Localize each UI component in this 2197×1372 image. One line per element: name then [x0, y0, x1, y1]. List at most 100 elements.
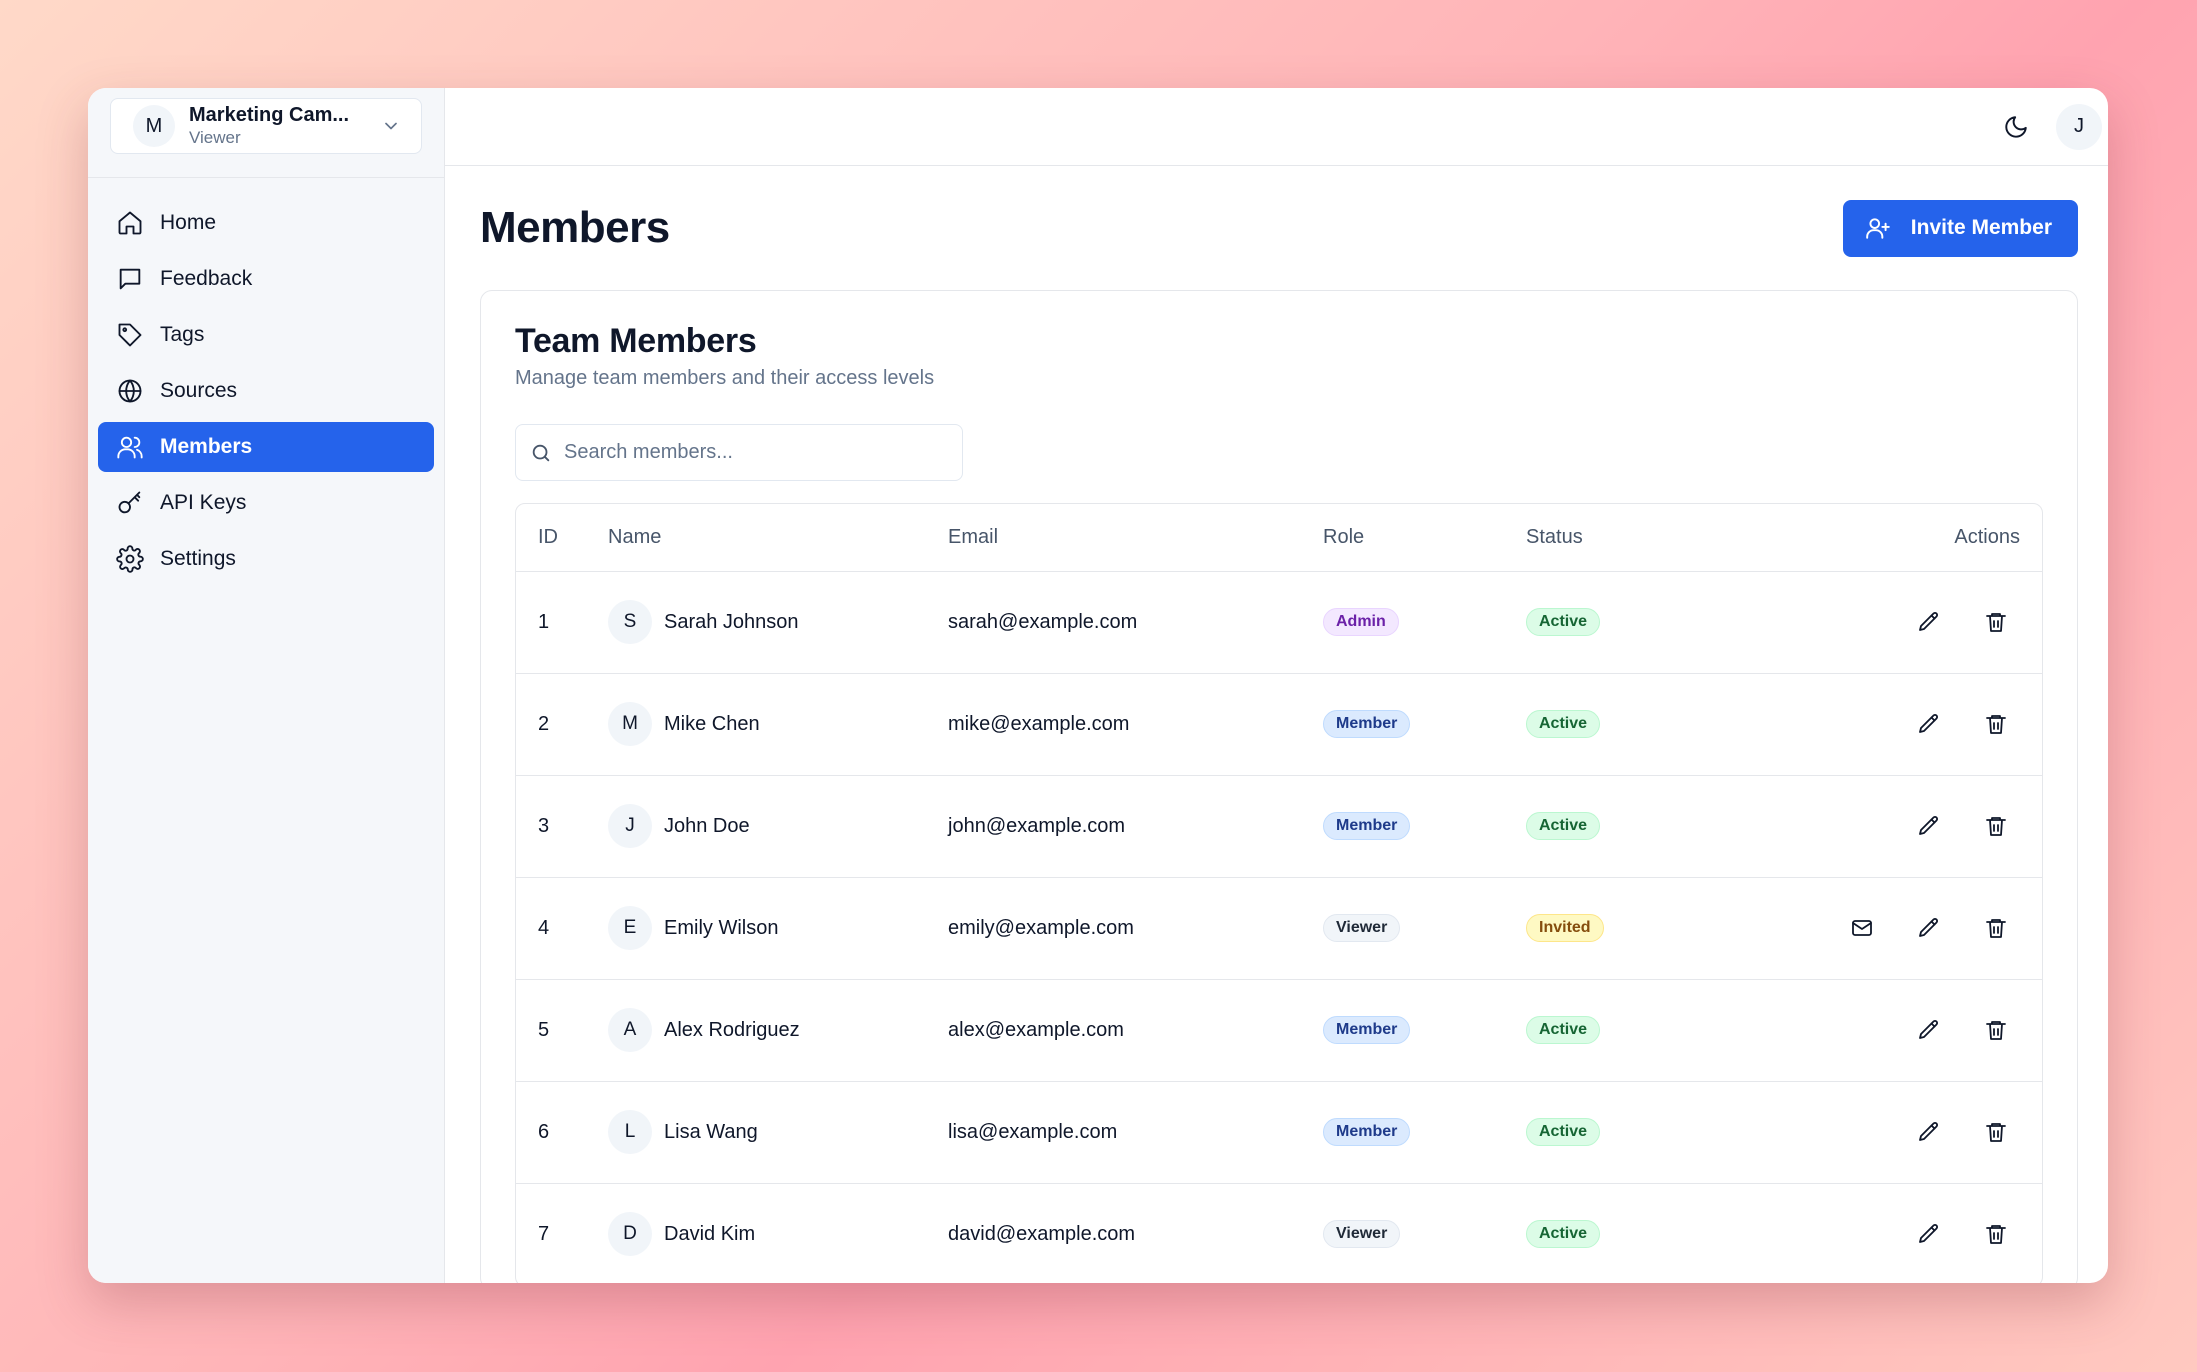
- row-actions: [1886, 598, 2020, 646]
- cell-actions: [1776, 1183, 2042, 1283]
- edit-member-button[interactable]: [1905, 1108, 1953, 1156]
- member-name: Alex Rodriguez: [664, 1018, 800, 1041]
- cell-status: Active: [1526, 775, 1776, 878]
- col-header-id: ID: [516, 504, 608, 572]
- cell-role: Viewer: [1323, 1183, 1526, 1283]
- sidebar-item-label: Feedback: [160, 267, 253, 290]
- sidebar-nav: Home Feedback Tags Sources Members API Keys Se…: [88, 178, 444, 610]
- avatar: E: [608, 906, 652, 950]
- avatar: M: [608, 702, 652, 746]
- app-window: M Marketing Cam... Viewer Home Feedback Ta…: [88, 88, 2108, 1283]
- sidebar-item-tags[interactable]: Tags: [98, 310, 434, 360]
- sidebar-item-members[interactable]: Members: [98, 422, 434, 472]
- card-title: Team Members: [515, 322, 757, 360]
- delete-member-button[interactable]: [1972, 598, 2020, 646]
- cell-email: lisa@example.com: [948, 1081, 1323, 1184]
- member-name: Mike Chen: [664, 712, 760, 735]
- cell-name: L Lisa Wang: [608, 1081, 948, 1184]
- col-header-role: Role: [1323, 504, 1526, 572]
- trash-icon: [1986, 919, 2006, 938]
- avatar: L: [608, 1110, 652, 1154]
- users-icon: [117, 436, 143, 459]
- edit-member-button[interactable]: [1905, 904, 1953, 952]
- edit-member-button[interactable]: [1905, 700, 1953, 748]
- role-badge: Viewer: [1323, 914, 1401, 942]
- cell-email: sarah@example.com: [948, 571, 1323, 674]
- search-input[interactable]: [564, 441, 948, 464]
- message-icon: [119, 268, 141, 290]
- col-header-actions: Actions: [1776, 504, 2042, 572]
- members-table: ID Name Email Role Status Actions 1 S Sara…: [516, 504, 2042, 1283]
- col-header-email: Email: [948, 504, 1323, 572]
- delete-member-button[interactable]: [1972, 1108, 2020, 1156]
- workspace-switcher[interactable]: M Marketing Cam... Viewer: [110, 98, 422, 154]
- row-actions: [1886, 1108, 2020, 1156]
- table-row: 3 J John Doe john@example.com Member Active: [516, 775, 2042, 878]
- moon-icon: [2005, 115, 2027, 138]
- topbar: J: [445, 88, 2108, 166]
- edit-member-button[interactable]: [1905, 1210, 1953, 1258]
- name-cell: J John Doe: [608, 804, 948, 848]
- cell-actions: [1776, 673, 2042, 776]
- sidebar-item-label: Sources: [160, 379, 238, 402]
- sidebar-item-label: Settings: [160, 547, 236, 570]
- table-row: 1 S Sarah Johnson sarah@example.com Admin Act…: [516, 571, 2042, 674]
- sidebar-item-api-keys[interactable]: API Keys: [98, 478, 434, 528]
- cell-id: 6: [516, 1081, 608, 1184]
- edit-member-button[interactable]: [1905, 598, 1953, 646]
- edit-member-button[interactable]: [1905, 802, 1953, 850]
- cell-role: Member: [1323, 673, 1526, 776]
- cell-role: Viewer: [1323, 877, 1526, 980]
- pencil-icon: [1919, 714, 1938, 733]
- cell-email: emily@example.com: [948, 877, 1323, 980]
- member-name: Lisa Wang: [664, 1120, 758, 1143]
- user-plus-icon: [1865, 218, 1890, 239]
- workspace-switcher-wrap: M Marketing Cam... Viewer: [88, 88, 444, 178]
- sidebar-item-home[interactable]: Home: [98, 198, 434, 248]
- main-area: J Members Invite Member Team Members Man…: [445, 88, 2108, 1283]
- name-cell: E Emily Wilson: [608, 906, 948, 950]
- row-actions: [1886, 1210, 2020, 1258]
- cell-actions: [1776, 877, 2042, 980]
- delete-member-button[interactable]: [1972, 1210, 2020, 1258]
- search-box: [515, 424, 963, 481]
- cell-name: S Sarah Johnson: [608, 571, 948, 674]
- status-badge: Invited: [1526, 914, 1604, 942]
- delete-member-button[interactable]: [1972, 1006, 2020, 1054]
- user-avatar[interactable]: J: [2056, 103, 2102, 150]
- delete-member-button[interactable]: [1972, 904, 2020, 952]
- name-cell: D David Kim: [608, 1212, 948, 1256]
- status-badge: Active: [1526, 608, 1601, 636]
- resend-invite-button[interactable]: [1838, 904, 1886, 952]
- sidebar-item-settings[interactable]: Settings: [98, 534, 434, 584]
- sidebar-item-sources[interactable]: Sources: [98, 366, 434, 416]
- pencil-icon: [1919, 1224, 1938, 1243]
- cell-email: mike@example.com: [948, 673, 1323, 776]
- invite-member-button[interactable]: Invite Member: [1842, 199, 2078, 257]
- cell-email: alex@example.com: [948, 979, 1323, 1082]
- table-header-row: ID Name Email Role Status Actions: [516, 504, 2042, 572]
- role-badge: Member: [1323, 1016, 1411, 1044]
- avatar: D: [608, 1212, 652, 1256]
- edit-member-button[interactable]: [1905, 1006, 1953, 1054]
- table-row: 2 M Mike Chen mike@example.com Member Active: [516, 673, 2042, 776]
- key-icon: [118, 491, 141, 514]
- theme-toggle-button[interactable]: [1994, 105, 2038, 149]
- avatar: J: [608, 804, 652, 848]
- row-actions: [1819, 904, 2020, 952]
- row-actions: [1886, 700, 2020, 748]
- table-row: 5 A Alex Rodriguez alex@example.com Member Ac…: [516, 979, 2042, 1082]
- cell-id: 4: [516, 877, 608, 980]
- table-row: 7 D David Kim david@example.com Viewer Active: [516, 1183, 2042, 1283]
- delete-member-button[interactable]: [1972, 802, 2020, 850]
- sidebar-item-label: API Keys: [160, 491, 247, 514]
- sidebar-item-feedback[interactable]: Feedback: [98, 254, 434, 304]
- member-name: Sarah Johnson: [664, 610, 799, 633]
- mail-icon: [1852, 920, 1872, 936]
- role-badge: Viewer: [1323, 1220, 1401, 1248]
- delete-member-button[interactable]: [1972, 700, 2020, 748]
- role-badge: Member: [1323, 1118, 1411, 1146]
- pencil-icon: [1919, 816, 1938, 835]
- cell-email: john@example.com: [948, 775, 1323, 878]
- cell-actions: [1776, 571, 2042, 674]
